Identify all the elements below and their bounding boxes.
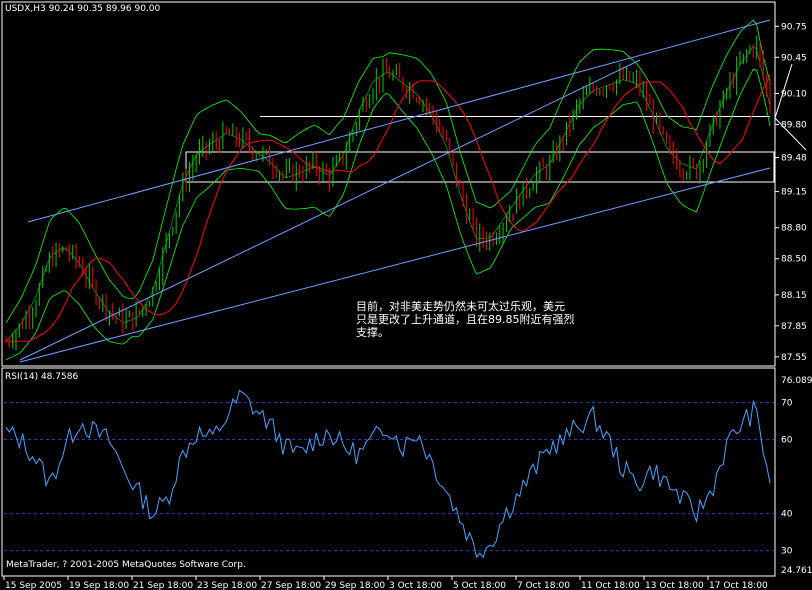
channel-upper-trendline (27, 19, 771, 223)
chart-annotation: 目前，对非美走势仍然未可太过乐观，美元 只是更改了上升通道，且在89.85附近有… (356, 300, 575, 339)
rsi-tick-label: 76.0898 (781, 376, 812, 386)
time-tick-label: 17 Oct 18:00 (709, 581, 768, 590)
time-tick-label: 27 Sep 18:00 (261, 581, 321, 590)
consolidation-box (185, 151, 775, 183)
time-axis: 15 Sep 2005 19 Sep 18:00 21 Sep 18:00 23 Se… (3, 576, 768, 590)
price-chart-window[interactable]: 90.75 90.45 90.10 89.80 89.48 89.15 88.80 88.50… (0, 0, 812, 590)
time-tick-label: 5 Oct 18:00 (453, 581, 506, 590)
price-tick-label: 89.48 (781, 153, 807, 163)
rsi-tick-label: 70 (781, 399, 793, 409)
bollinger-middle-band (5, 45, 771, 342)
price-tick-label: 89.15 (781, 188, 807, 198)
price-tick-label: 89.80 (781, 120, 807, 130)
rsi-axis: 76.0898 70 60 40 30 24.7612 (781, 376, 812, 576)
rsi-tick-label: 24.7612 (781, 566, 812, 576)
rsi-header: RSI(14) 48.7586 (5, 372, 79, 382)
copyright-label: MetaTrader, ? 2001-2005 MetaQuotes Softw… (6, 560, 246, 570)
rsi-tick-label: 60 (781, 436, 793, 446)
rsi-path (5, 389, 771, 559)
time-tick-label: 29 Sep 18:00 (325, 581, 385, 590)
rsi-tick-label: 30 (781, 547, 793, 557)
price-tick-label: 90.75 (781, 22, 807, 32)
rsi-line (5, 389, 771, 559)
time-tick-label: 7 Oct 18:00 (517, 581, 570, 590)
price-axis: 90.75 90.45 90.10 89.80 89.48 89.15 88.80 88.50… (775, 22, 807, 363)
time-tick-label: 11 Oct 18:00 (581, 581, 640, 590)
time-tick-label: 21 Sep 18:00 (133, 581, 193, 590)
rsi-tick-label: 40 (781, 510, 793, 520)
time-tick-label: 15 Sep 2005 (5, 581, 62, 590)
resistance-line (260, 116, 770, 117)
annotation-line-3: 支撑。 (356, 326, 389, 339)
price-tick-label: 90.45 (781, 53, 807, 63)
price-tick-label: 90.10 (781, 89, 807, 99)
symbol-header: USDX,H3 90.24 90.35 89.96 90.00 (5, 4, 161, 14)
price-tick-label: 88.50 (781, 255, 807, 265)
projection-arrow (774, 63, 807, 151)
price-tick-label: 88.80 (781, 224, 807, 234)
price-tick-label: 87.55 (781, 353, 807, 363)
rsi-chart-frame (1, 367, 776, 577)
annotation-line-2: 只是更改了上升通道，且在89.85附近有强烈 (356, 313, 575, 326)
annotation-line-1: 目前，对非美走势仍然未可太过乐观，美元 (356, 300, 565, 313)
price-tick-label: 88.15 (781, 291, 807, 301)
price-tick-label: 87.85 (781, 322, 807, 332)
time-tick-label: 13 Oct 18:00 (645, 581, 704, 590)
time-tick-label: 19 Sep 18:00 (69, 581, 129, 590)
time-tick-label: 23 Sep 18:00 (197, 581, 257, 590)
time-tick-label: 3 Oct 18:00 (389, 581, 442, 590)
